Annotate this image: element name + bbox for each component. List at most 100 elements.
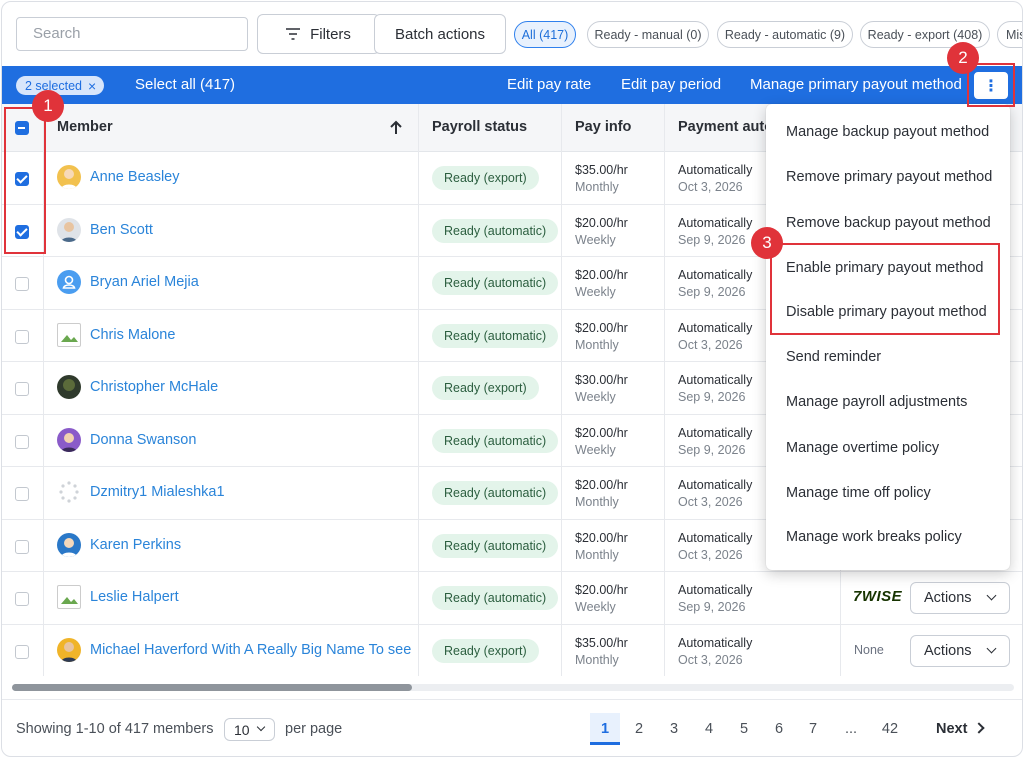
status-badge: Ready (export) xyxy=(432,638,539,663)
payout-method-none: None xyxy=(854,642,884,657)
member-name-link[interactable]: Bryan Ariel Mejia xyxy=(90,274,199,290)
arrow-up-icon[interactable] xyxy=(389,120,403,135)
broken-image-icon xyxy=(57,322,81,347)
annotation-highlight-checkboxes xyxy=(4,107,46,254)
row-checkbox[interactable] xyxy=(15,539,29,554)
edit-pay-rate-button[interactable]: Edit pay rate xyxy=(507,76,591,93)
manage-primary-payout-button[interactable]: Manage primary payout method xyxy=(750,76,962,93)
pay-period: Monthly xyxy=(575,652,619,667)
member-name-link[interactable]: Leslie Halpert xyxy=(90,589,179,605)
actions-label: Actions xyxy=(924,642,972,659)
chevron-down-icon xyxy=(986,590,997,601)
row-checkbox[interactable] xyxy=(15,329,29,344)
page-4[interactable]: 4 xyxy=(697,721,721,737)
selected-count-badge[interactable]: 2 selected × xyxy=(16,76,105,95)
row-checkbox[interactable] xyxy=(15,644,29,659)
payment-date: Sep 9, 2026 xyxy=(678,442,746,457)
member-name-link[interactable]: Chris Malone xyxy=(90,327,175,343)
menu-item-manage-overtime-policy[interactable]: Manage overtime policy xyxy=(786,440,939,456)
row-checkbox[interactable] xyxy=(15,592,29,606)
chip-ready-manual[interactable]: Ready - manual (0) xyxy=(587,21,709,48)
per-page-select[interactable]: 10 xyxy=(224,718,275,741)
member-name-link[interactable]: Christopher McHale xyxy=(90,379,218,395)
actions-dropdown-button[interactable]: Actions xyxy=(910,582,1010,614)
menu-item-manage-backup-payout[interactable]: Manage backup payout method xyxy=(786,124,989,140)
chevron-down-icon xyxy=(256,722,266,732)
header-member[interactable]: Member xyxy=(57,119,113,135)
broken-image-icon xyxy=(57,585,81,609)
search-input[interactable]: Search xyxy=(16,17,248,51)
payment-mode: Automatically xyxy=(678,478,753,492)
payment-date: Sep 9, 2026 xyxy=(678,232,746,247)
member-name-link[interactable]: Dzmitry1 Mialeshka1 xyxy=(90,484,225,500)
member-name-link[interactable]: Ben Scott xyxy=(90,222,153,238)
chip-ready-automatic[interactable]: Ready - automatic (9) xyxy=(717,21,853,48)
selection-bar: 2 selected × Select all (417) Edit pay r… xyxy=(2,66,1022,104)
filters-label: Filters xyxy=(310,25,351,43)
menu-item-manage-work-breaks-policy[interactable]: Manage work breaks policy xyxy=(786,529,962,545)
annotation-badge-2: 2 xyxy=(947,42,979,74)
status-badge: Ready (automatic) xyxy=(432,481,559,505)
page-42[interactable]: 42 xyxy=(878,721,902,737)
page-7[interactable]: 7 xyxy=(801,721,825,737)
payment-mode: Automatically xyxy=(678,635,753,650)
payment-date: Oct 3, 2026 xyxy=(678,495,743,509)
payment-date: Oct 3, 2026 xyxy=(678,547,743,562)
toolbar: Search Filters Batch actions All (417) R… xyxy=(16,14,1022,54)
wise-logo: 7WISE xyxy=(853,588,903,605)
header-pay-info[interactable]: Pay info xyxy=(575,119,631,135)
batch-actions-button[interactable]: Batch actions xyxy=(374,14,506,54)
member-name-link[interactable]: Michael Haverford With A Really Big Name… xyxy=(90,642,411,658)
menu-item-remove-primary-payout[interactable]: Remove primary payout method xyxy=(786,169,992,185)
actions-dropdown-button[interactable]: Actions xyxy=(910,634,1010,667)
pay-period: Monthly xyxy=(575,547,619,562)
table-row[interactable]: Leslie Halpert Ready (automatic) $20.00/… xyxy=(2,572,1022,625)
next-page-button[interactable]: Next xyxy=(936,721,986,737)
next-label: Next xyxy=(936,721,968,737)
menu-item-remove-backup-payout[interactable]: Remove backup payout method xyxy=(786,215,991,231)
menu-item-manage-time-off-policy[interactable]: Manage time off policy xyxy=(786,485,931,501)
page-3[interactable]: 3 xyxy=(662,721,686,737)
avatar xyxy=(57,217,81,242)
page-5[interactable]: 5 xyxy=(732,721,756,737)
row-checkbox[interactable] xyxy=(15,434,29,449)
select-all-link[interactable]: Select all (417) xyxy=(135,76,235,93)
payment-mode: Automatically xyxy=(678,530,753,545)
header-payment[interactable]: Payment auto xyxy=(678,119,773,135)
row-checkbox[interactable] xyxy=(15,277,29,291)
table-row[interactable]: Michael Haverford With A Really Big Name… xyxy=(2,625,1022,678)
page-1[interactable]: 1 xyxy=(590,713,620,745)
close-icon[interactable]: × xyxy=(88,78,96,94)
footer-divider xyxy=(2,699,1022,700)
member-name-link[interactable]: Anne Beasley xyxy=(90,169,179,185)
filters-button[interactable]: Filters xyxy=(257,14,380,54)
pay-period: Monthly xyxy=(575,495,619,509)
chip-all[interactable]: All (417) xyxy=(514,21,576,48)
member-name-link[interactable]: Donna Swanson xyxy=(90,432,196,448)
chip-missing[interactable]: Mis xyxy=(997,21,1022,48)
page-6[interactable]: 6 xyxy=(767,721,791,737)
status-badge: Ready (automatic) xyxy=(432,586,559,610)
pay-rate: $35.00/hr xyxy=(575,635,628,650)
payment-mode: Automatically xyxy=(678,215,753,230)
payment-mode: Automatically xyxy=(678,320,753,335)
row-checkbox[interactable] xyxy=(15,487,29,501)
status-badge: Ready (export) xyxy=(432,376,539,400)
pay-rate: $20.00/hr xyxy=(575,530,628,545)
page-ellipsis: ... xyxy=(844,721,858,737)
payment-mode: Automatically xyxy=(678,583,753,597)
page-2[interactable]: 2 xyxy=(627,721,651,737)
payroll-members-panel: Search Filters Batch actions All (417) R… xyxy=(1,1,1023,757)
row-checkbox[interactable] xyxy=(15,382,29,396)
edit-pay-period-button[interactable]: Edit pay period xyxy=(621,76,721,93)
horizontal-scrollbar-thumb[interactable] xyxy=(12,684,412,691)
member-name-link[interactable]: Karen Perkins xyxy=(90,537,181,553)
annotation-badge-3: 3 xyxy=(751,227,783,259)
menu-item-send-reminder[interactable]: Send reminder xyxy=(786,349,881,365)
per-page-label: per page xyxy=(285,721,343,737)
more-actions-menu: Manage backup payout method Remove prima… xyxy=(766,104,1010,570)
menu-item-manage-payroll-adjustments[interactable]: Manage payroll adjustments xyxy=(786,394,967,410)
status-badge: Ready (automatic) xyxy=(432,323,559,348)
chevron-right-icon xyxy=(973,722,986,734)
header-payroll-status[interactable]: Payroll status xyxy=(432,119,527,135)
